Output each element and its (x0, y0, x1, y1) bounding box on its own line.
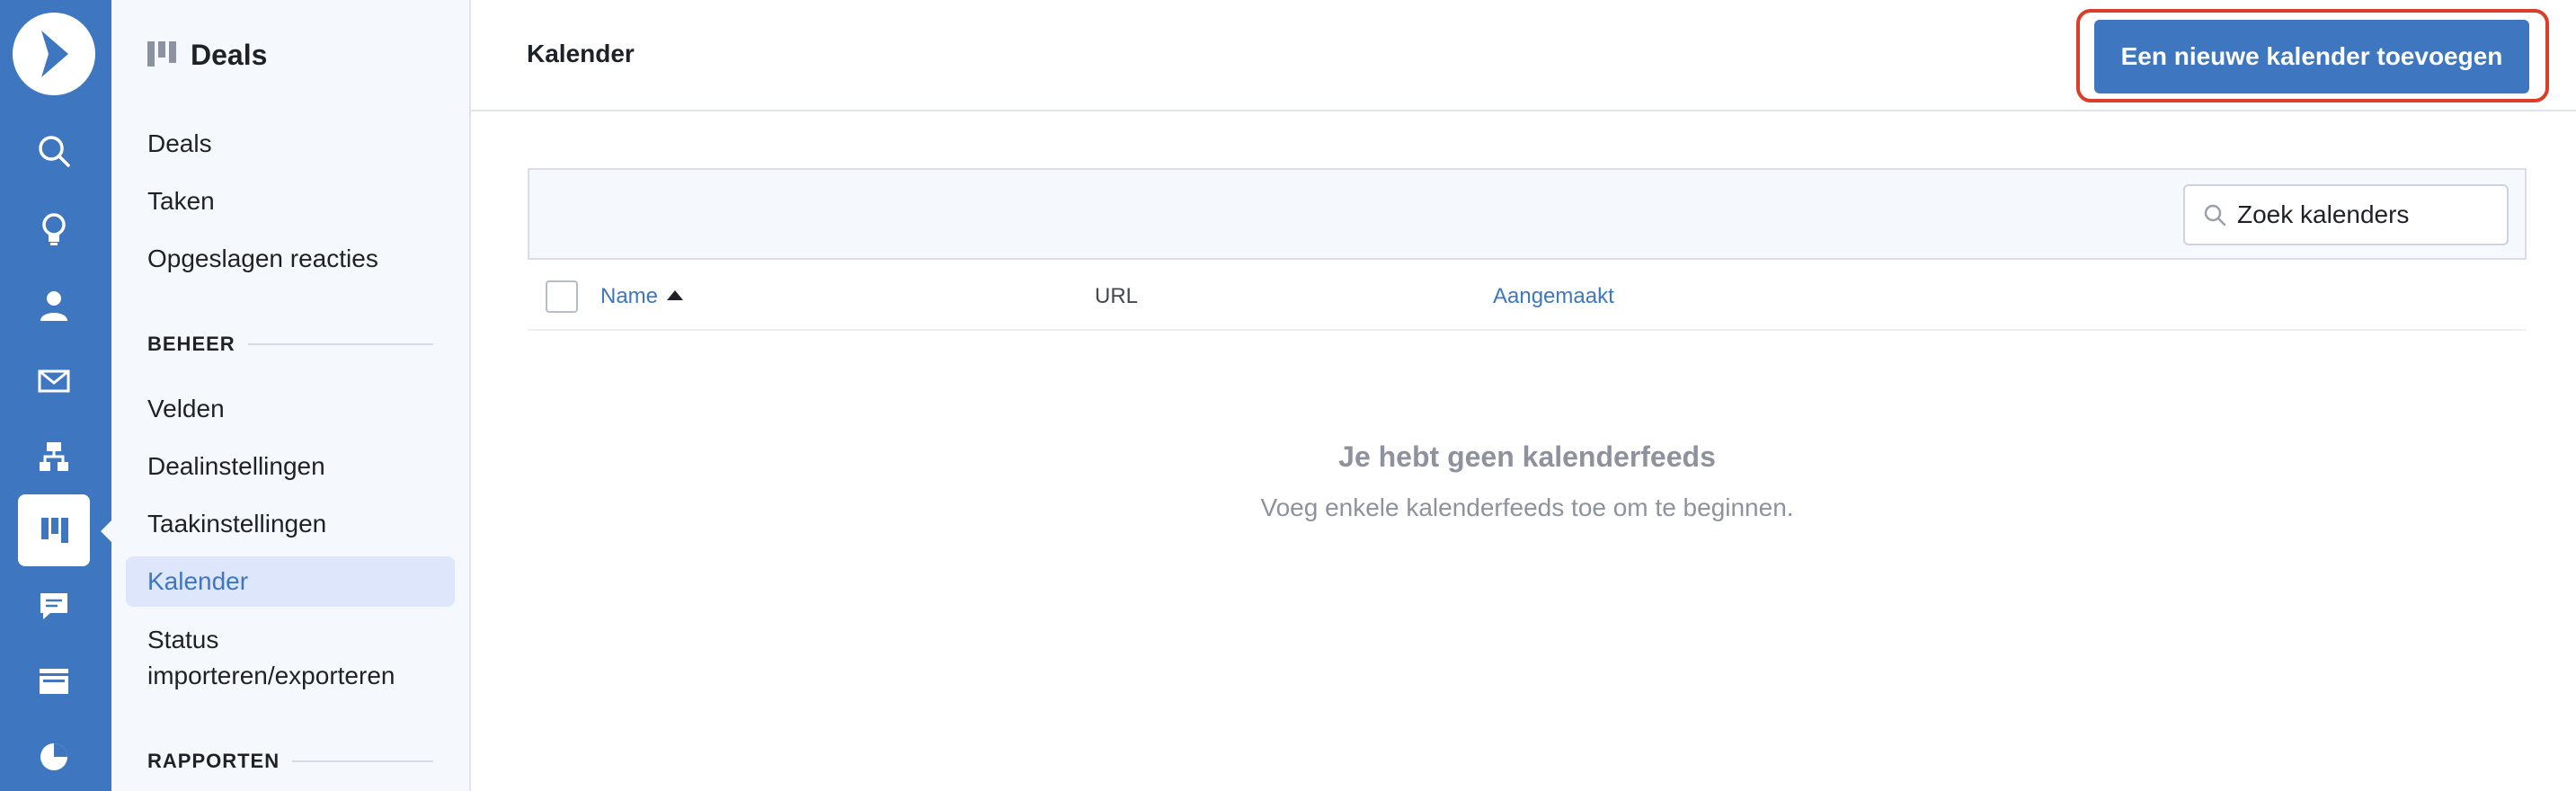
search-icon[interactable] (18, 115, 90, 187)
column-header-name[interactable]: Name (600, 284, 684, 309)
section-beheer-label: BEHEER (147, 333, 235, 355)
add-calendar-button[interactable]: Een nieuwe kalender toevoegen (2094, 20, 2529, 93)
sidebar-item-deals[interactable]: Deals (126, 119, 455, 169)
app-logo[interactable] (13, 13, 95, 95)
empty-state-heading: Je hebt geen kalenderfeeds (1338, 440, 1716, 473)
sidebar-item-deal-settings[interactable]: Dealinstellingen (126, 441, 455, 492)
section-beheer: BEHEER (147, 333, 433, 356)
table-header: Name URL Aangemaakt (528, 262, 2527, 331)
column-name-label: Name (600, 284, 659, 308)
sidebar-title: Deals (191, 38, 268, 71)
sidebar-item-calendar[interactable]: Kalender (126, 556, 455, 607)
sidebar-item-task-settings[interactable]: Taakinstellingen (126, 499, 455, 549)
contacts-icon[interactable] (18, 270, 90, 342)
sidebar: Deals Deals Taken Opgeslagen reacties BE… (111, 0, 471, 791)
section-divider (292, 760, 433, 762)
column-header-url: URL (1095, 284, 1139, 308)
site-icon[interactable] (18, 645, 90, 717)
mail-icon[interactable] (18, 345, 90, 417)
sidebar-header: Deals (111, 0, 469, 110)
search-input[interactable] (2237, 200, 2507, 229)
sidebar-item-import-export-line2: importeren/exporteren (147, 662, 395, 689)
sidebar-item-taken[interactable]: Taken (126, 176, 455, 227)
page-header: Kalender Een nieuwe kalender toevoegen (471, 0, 2576, 111)
sidebar-item-import-export[interactable]: Status importeren/exporteren (126, 620, 455, 696)
table-toolbar (528, 168, 2527, 260)
sidebar-item-fields[interactable]: Velden (126, 384, 455, 434)
empty-state: Je hebt geen kalenderfeeds Voeg enkele k… (528, 440, 2527, 522)
logo-chevron-icon (41, 31, 68, 77)
search-icon (2204, 204, 2226, 227)
section-rapporten-label: RAPPORTEN (147, 750, 280, 772)
reports-icon[interactable] (18, 721, 90, 791)
sidebar-item-import-export-line1: Status (147, 626, 219, 653)
search-box[interactable] (2183, 184, 2509, 245)
sort-ascending-icon (667, 290, 684, 301)
automation-icon[interactable] (18, 421, 90, 493)
icon-rail (0, 0, 111, 791)
sidebar-item-saved-responses[interactable]: Opgeslagen reacties (126, 234, 455, 284)
deals-board-icon (147, 41, 176, 67)
section-rapporten: RAPPORTEN (147, 750, 433, 773)
empty-state-text: Voeg enkele kalenderfeeds toe om te begi… (1260, 493, 1794, 521)
chat-icon[interactable] (18, 570, 90, 642)
lightbulb-icon[interactable] (18, 193, 90, 265)
select-all-checkbox[interactable] (546, 280, 578, 313)
page-title: Kalender (527, 40, 635, 67)
section-divider (247, 343, 433, 345)
active-pointer (101, 520, 111, 542)
column-header-created[interactable]: Aangemaakt (1493, 284, 1614, 309)
deals-icon[interactable] (18, 494, 90, 566)
